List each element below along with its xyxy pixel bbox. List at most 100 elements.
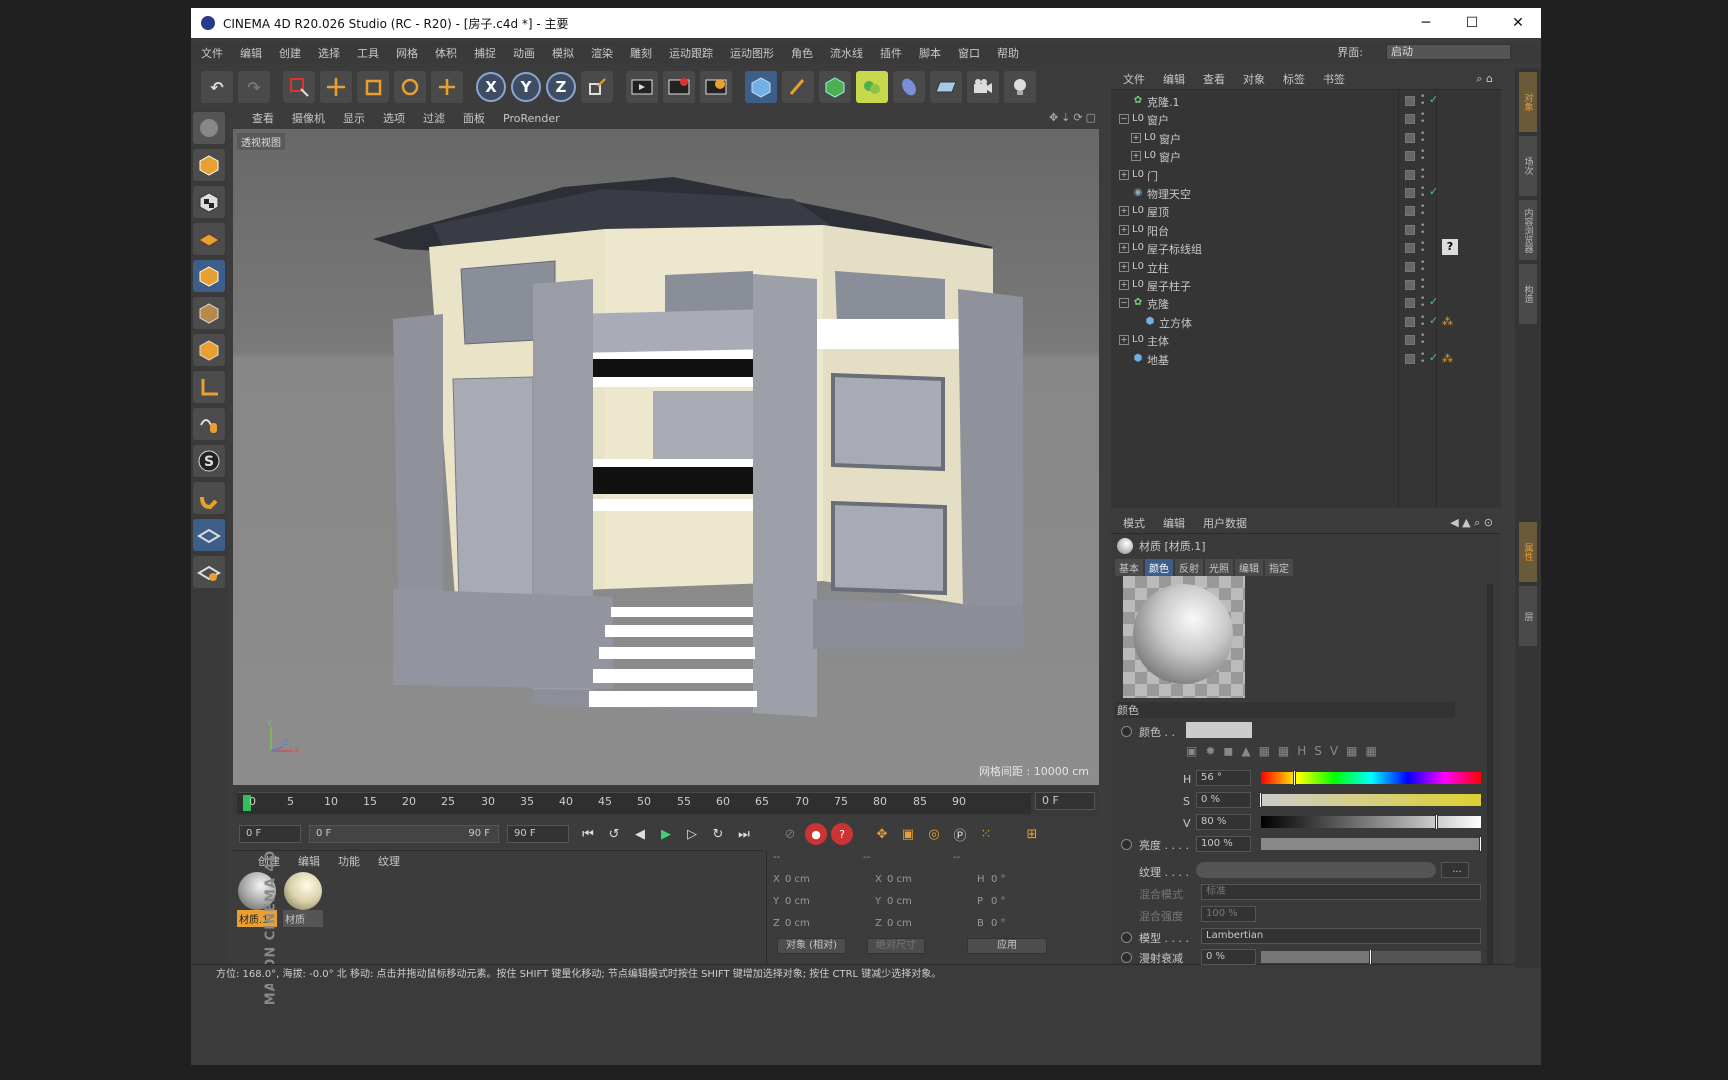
render-view-icon[interactable] — [626, 71, 658, 103]
attr-scrollbar[interactable] — [1487, 584, 1493, 964]
perspective-viewport[interactable]: 透视视图 Y Z X 网格间距 : 10000 cm — [233, 129, 1099, 785]
live-select-icon[interactable] — [283, 71, 315, 103]
right-tab-attributes[interactable]: 属性 — [1519, 522, 1537, 582]
subdivision-surface-icon[interactable] — [819, 71, 851, 103]
record-disabled-icon[interactable]: ⊘ — [779, 823, 801, 845]
layer-visibility-icon[interactable] — [1405, 335, 1415, 346]
editor-render-dots[interactable]: • • — [1420, 240, 1425, 256]
layer-visibility-icon[interactable] — [1405, 151, 1415, 162]
editor-render-dots[interactable]: • • — [1420, 332, 1425, 348]
coord-mode-dropdown[interactable]: 对象 (相对) — [777, 938, 846, 954]
pos-y-field[interactable]: 0 cm — [785, 896, 875, 907]
prev-frame-icon[interactable]: ◀ — [629, 823, 651, 845]
obj-menu-tags[interactable]: 标签 — [1283, 71, 1305, 87]
viewport-nav-icons[interactable]: ✥⇣⟳▢ — [1049, 111, 1099, 124]
range-slider[interactable]: 0 F 90 F — [309, 825, 499, 843]
key-position-icon[interactable]: ✥ — [871, 823, 893, 845]
layer-visibility-icon[interactable] — [1405, 243, 1415, 254]
menu-pipeline[interactable]: 流水线 — [830, 45, 863, 61]
play-icon[interactable]: ▶ — [655, 823, 677, 845]
attr-tab-basic[interactable]: 基本 — [1115, 559, 1143, 576]
attr-tab-reflect[interactable]: 反射 — [1175, 559, 1203, 576]
attr-menu-mode[interactable]: 模式 — [1123, 515, 1145, 531]
menu-render[interactable]: 渲染 — [591, 45, 613, 61]
pos-z-field[interactable]: 0 cm — [785, 918, 875, 929]
deformer-icon[interactable] — [893, 71, 925, 103]
coord-size-dropdown[interactable]: 绝对尺寸 — [867, 938, 925, 954]
snap-icon[interactable] — [193, 482, 225, 514]
edges-mode-icon[interactable] — [193, 297, 225, 329]
obj-search-icon[interactable]: ⌕ ⌂ — [1476, 72, 1493, 86]
redo-button[interactable]: ↷ — [238, 71, 270, 103]
size-x-field[interactable]: 0 cm — [887, 874, 977, 885]
size-y-field[interactable]: 0 cm — [887, 896, 977, 907]
value-slider[interactable] — [1261, 814, 1481, 830]
light-object-icon[interactable] — [1004, 71, 1036, 103]
rot-h-field[interactable]: 0 ° — [991, 874, 1081, 885]
unknown-tag-icon[interactable]: ? — [1442, 239, 1458, 256]
close-button[interactable]: ✕ — [1495, 8, 1541, 38]
render-picture-viewer-icon[interactable] — [663, 71, 695, 103]
enabled-check-icon[interactable]: ✓ — [1429, 93, 1438, 106]
slider-handle[interactable] — [1435, 814, 1438, 830]
texture-field[interactable] — [1196, 862, 1436, 878]
object-row[interactable]: + L0 阳台 • • — [1111, 221, 1501, 239]
brightness-slider[interactable] — [1261, 836, 1482, 852]
editor-render-dots[interactable]: • • — [1420, 295, 1425, 311]
obj-menu-objects[interactable]: 对象 — [1243, 71, 1265, 87]
blend-strength-field[interactable]: 100 % — [1201, 906, 1256, 922]
solo-mode-icon[interactable]: S — [193, 445, 225, 477]
editor-render-dots[interactable]: • • — [1420, 313, 1425, 329]
expand-toggle-icon[interactable]: + — [1119, 261, 1129, 272]
blend-mode-dropdown[interactable]: 标准 — [1201, 884, 1481, 900]
z-axis-lock-button[interactable]: Z — [546, 72, 576, 102]
timeline-window-icon[interactable]: ⊞ — [1021, 823, 1043, 845]
color-swatch[interactable] — [1186, 722, 1252, 738]
expand-toggle-icon[interactable]: − — [1119, 114, 1129, 125]
slider-handle[interactable] — [1259, 792, 1262, 808]
minimize-button[interactable]: ─ — [1403, 8, 1449, 38]
object-row[interactable]: − L0 窗户 • • — [1111, 110, 1501, 128]
expand-toggle-icon[interactable]: + — [1131, 151, 1141, 162]
planar-workplane-icon[interactable] — [193, 556, 225, 588]
goto-start-icon[interactable]: ⏮ — [577, 823, 599, 845]
camera-object-icon[interactable] — [967, 71, 999, 103]
object-row[interactable]: + L0 立柱 • • — [1111, 258, 1501, 276]
editor-render-dots[interactable]: • • — [1420, 258, 1425, 274]
menu-sculpt[interactable]: 雕刻 — [630, 45, 652, 61]
rot-p-field[interactable]: 0 ° — [991, 896, 1081, 907]
layer-visibility-icon[interactable] — [1405, 169, 1415, 180]
menu-plugins[interactable]: 插件 — [880, 45, 902, 61]
diffuse-falloff-radio[interactable] — [1121, 952, 1132, 963]
editor-render-dots[interactable]: • • — [1420, 203, 1425, 219]
color-picker-mode-icons[interactable]: ▣✹◼▲▦▦HSV▦▦ — [1186, 744, 1446, 760]
layer-visibility-icon[interactable] — [1405, 280, 1415, 290]
diffuse-falloff-field[interactable]: 0 % — [1201, 949, 1256, 965]
model-dropdown[interactable]: Lambertian — [1201, 928, 1481, 944]
viewport-menu-panel[interactable]: 面板 — [463, 110, 485, 126]
attr-menu-edit[interactable]: 编辑 — [1163, 515, 1185, 531]
viewport-menu-display[interactable]: 显示 — [343, 110, 365, 126]
mat-menu-function[interactable]: 功能 — [338, 853, 360, 869]
object-row[interactable]: + L0 窗户 • • — [1111, 147, 1501, 165]
transform-tool-icon[interactable] — [431, 71, 463, 103]
attr-tab-assign[interactable]: 指定 — [1265, 559, 1293, 576]
menu-snap[interactable]: 捕捉 — [474, 45, 496, 61]
editor-render-dots[interactable]: • • — [1420, 185, 1425, 201]
object-row[interactable]: + L0 屋子柱子 • • — [1111, 276, 1501, 294]
object-row[interactable]: − ✿ 克隆 • • ✓ — [1111, 294, 1501, 312]
key-parameter-icon[interactable]: Ⓟ — [949, 823, 971, 845]
object-row[interactable]: + L0 窗户 • • — [1111, 129, 1501, 147]
menu-animate[interactable]: 动画 — [513, 45, 535, 61]
model-mode-icon[interactable] — [193, 149, 225, 181]
object-row[interactable]: + L0 屋子标线组 • •? — [1111, 239, 1501, 257]
expand-toggle-icon[interactable]: + — [1119, 169, 1129, 180]
object-row[interactable]: ◉ 物理天空 • • ✓ — [1111, 184, 1501, 202]
menu-edit[interactable]: 编辑 — [240, 45, 262, 61]
layer-visibility-icon[interactable] — [1405, 206, 1415, 217]
menu-file[interactable]: 文件 — [201, 45, 223, 61]
viewport-menu-camera[interactable]: 摄像机 — [292, 110, 325, 126]
right-tab-takes[interactable]: 场次 — [1519, 136, 1537, 196]
menu-mograph[interactable]: 运动图形 — [730, 45, 774, 61]
layer-visibility-icon[interactable] — [1405, 224, 1415, 235]
